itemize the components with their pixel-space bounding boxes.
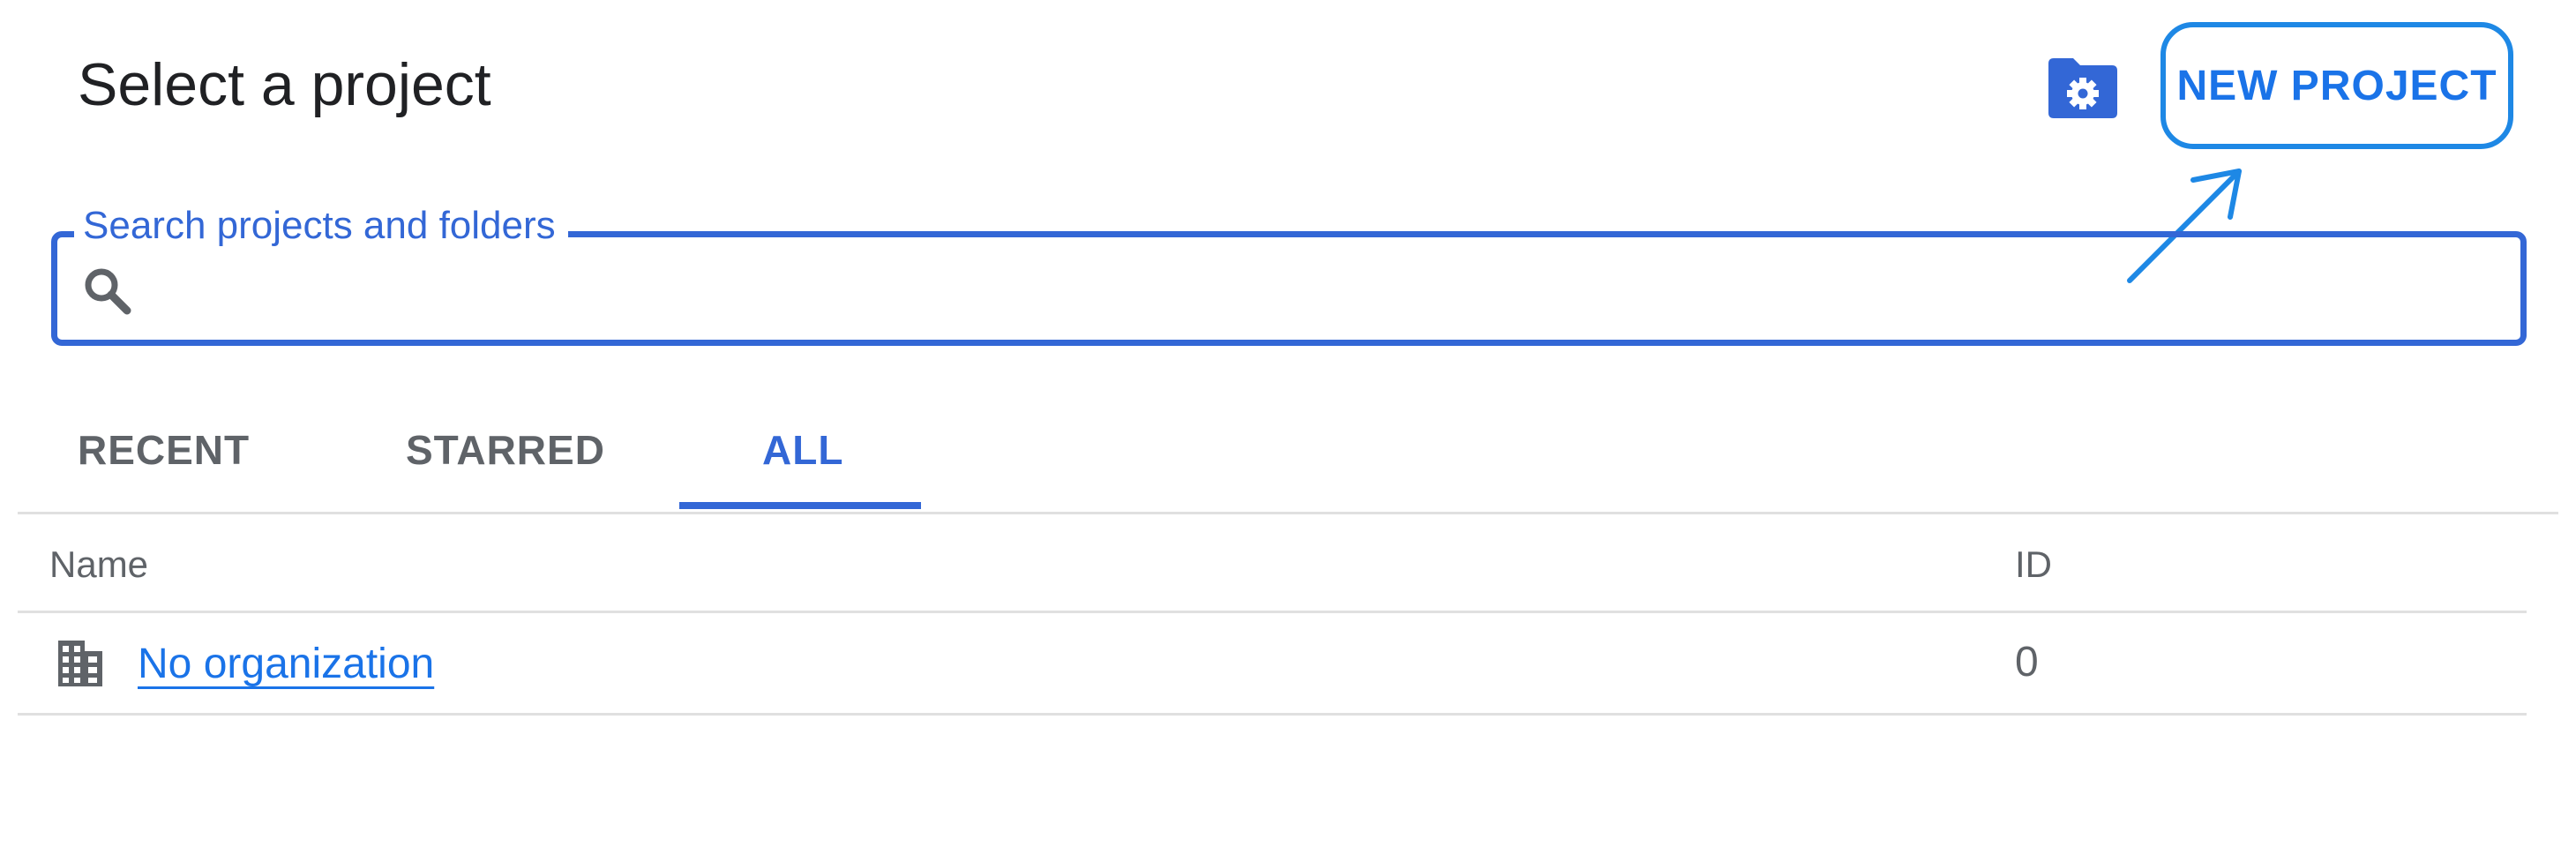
organization-id: 0 — [2015, 639, 2039, 686]
tabs-divider — [18, 512, 2558, 514]
column-header-name: Name — [49, 543, 149, 585]
search-input[interactable] — [150, 240, 2500, 339]
new-project-button[interactable]: NEW PROJECT — [2160, 21, 2514, 150]
organization-link[interactable]: No organization — [138, 635, 434, 693]
dialog-title: Select a project — [78, 51, 491, 118]
row-divider — [18, 713, 2527, 716]
tab-starred[interactable]: STARRED — [406, 415, 605, 485]
search-icon — [85, 268, 131, 315]
tab-all[interactable]: ALL — [762, 415, 843, 485]
header-divider — [18, 611, 2527, 613]
active-tab-indicator — [679, 502, 921, 509]
tab-recent[interactable]: RECENT — [78, 415, 250, 485]
column-header-id: ID — [2015, 543, 2052, 585]
folder-settings-icon — [2048, 58, 2117, 118]
building-icon — [58, 641, 102, 686]
manage-resources-button[interactable] — [2045, 56, 2121, 120]
